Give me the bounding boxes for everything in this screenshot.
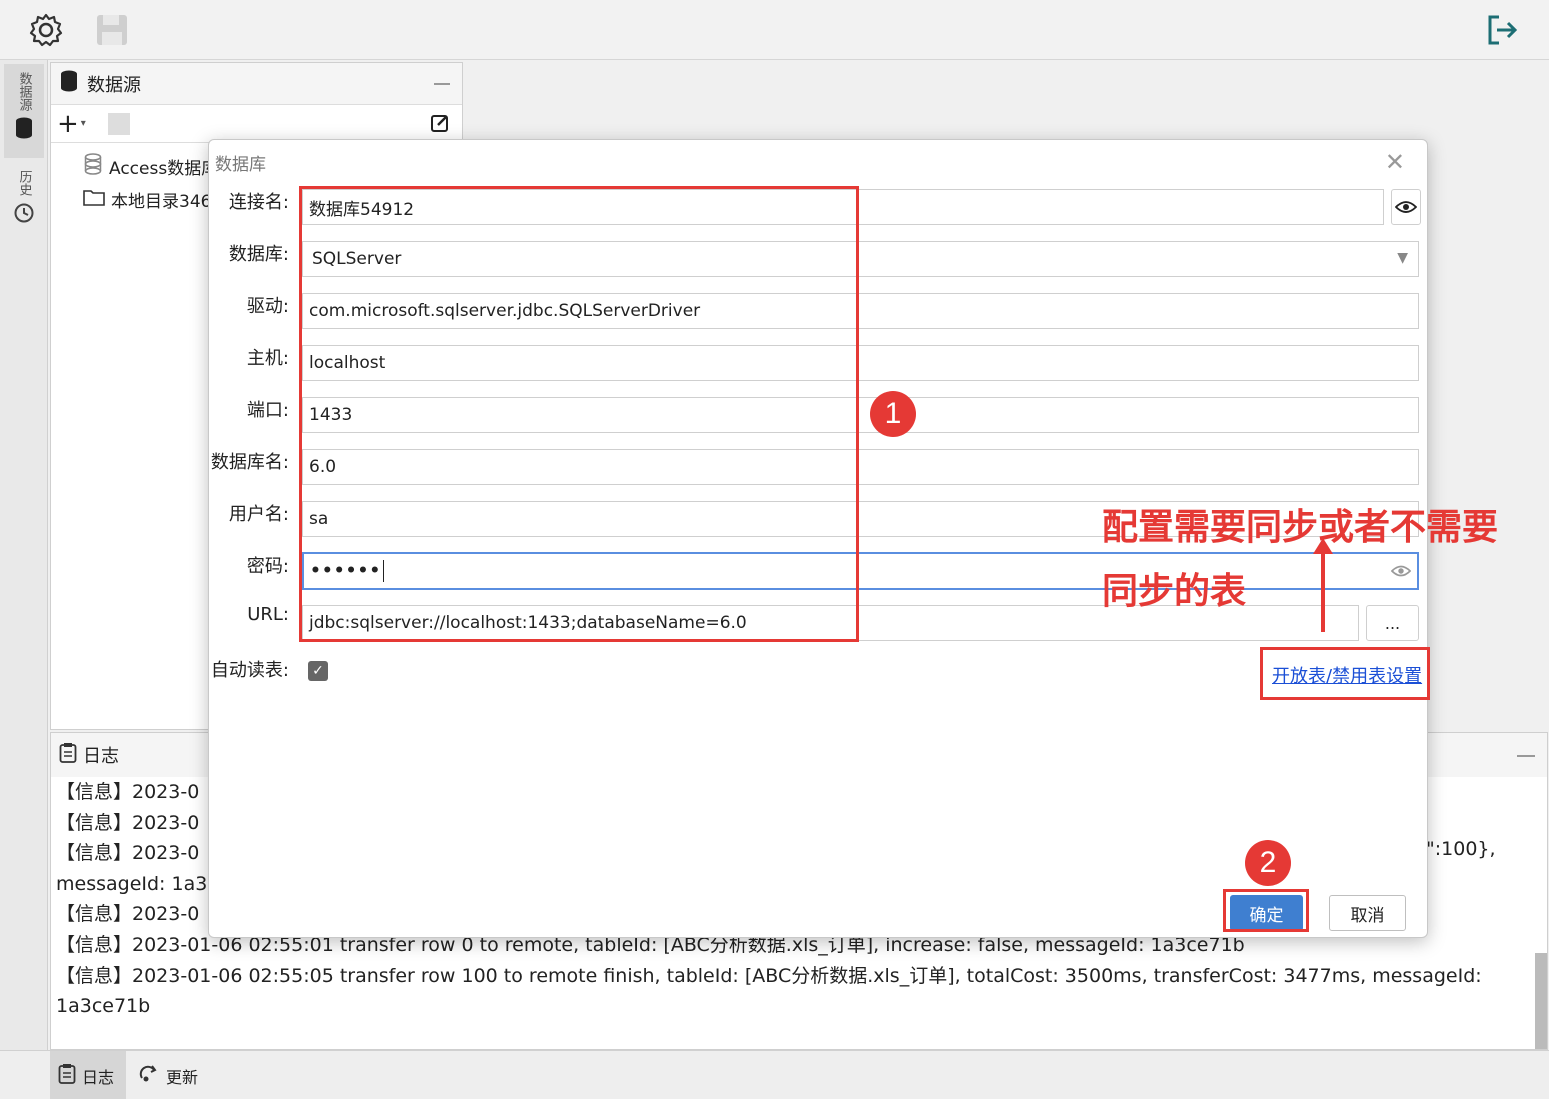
- panel-title: 数据源: [87, 74, 141, 96]
- log-scrollbar[interactable]: [1535, 953, 1547, 1049]
- label-auto-read: 自动读表:: [210, 660, 289, 681]
- history-icon: [13, 202, 35, 228]
- label-username: 用户名:: [228, 504, 289, 525]
- tree-item-label: Access数据库: [109, 159, 219, 179]
- save-icon[interactable]: [92, 10, 132, 50]
- dialog-title: 数据库: [215, 155, 266, 175]
- edit-icon[interactable]: [430, 113, 450, 137]
- datasource-panel-header: 数据源: [51, 63, 462, 105]
- clipboard-icon: [58, 1063, 76, 1089]
- side-tab-label: 数据源: [16, 72, 32, 111]
- side-tab-bar: 数据源 历史: [0, 60, 48, 1050]
- folder-icon: [83, 188, 105, 211]
- bottom-tab-label: 日志: [82, 1067, 115, 1087]
- database-icon: [83, 153, 103, 180]
- side-tab-datasource[interactable]: 数据源: [4, 64, 44, 158]
- annotation-box-link: [1260, 647, 1430, 700]
- bottom-tab-log[interactable]: 日志: [50, 1051, 126, 1099]
- side-tab-history[interactable]: 历史: [4, 164, 44, 244]
- label-port: 端口:: [246, 400, 289, 421]
- database-icon: [15, 117, 33, 143]
- annotation-arrow-line: [1321, 550, 1325, 632]
- log-line: 1a3ce71b: [56, 995, 151, 1018]
- tree-item-access[interactable]: Access数据库: [83, 153, 218, 180]
- annotation-note-line1: 配置需要同步或者不需要: [1102, 507, 1499, 548]
- datasource-toolbar: + ▾: [51, 105, 462, 143]
- gear-icon[interactable]: [26, 10, 66, 50]
- panel-title: 日志: [83, 746, 119, 767]
- table-icon[interactable]: [107, 112, 130, 135]
- label-driver: 驱动:: [246, 296, 289, 317]
- chevron-down-icon[interactable]: ▾: [81, 118, 86, 129]
- annotation-box-ok: [1223, 889, 1309, 932]
- bottom-tab-bar: 日志 更新: [0, 1050, 1549, 1099]
- label-password: 密码:: [246, 556, 289, 577]
- label-db-name: 数据库名:: [210, 452, 289, 473]
- label-conn-name: 连接名:: [228, 192, 289, 213]
- annotation-box-fields: [299, 186, 859, 642]
- clipboard-icon: [59, 742, 77, 769]
- top-toolbar: [0, 0, 1549, 60]
- url-more-button[interactable]: ...: [1366, 605, 1419, 641]
- label-database: 数据库:: [228, 244, 289, 265]
- add-icon[interactable]: +: [57, 109, 79, 139]
- eye-icon[interactable]: [1391, 189, 1421, 225]
- close-icon[interactable]: ✕: [1385, 148, 1405, 176]
- database-icon: [59, 70, 79, 97]
- bottom-tab-update[interactable]: 更新: [130, 1051, 206, 1099]
- label-url: URL:: [247, 604, 289, 625]
- annotation-note-line2: 同步的表: [1102, 571, 1247, 612]
- minimize-icon[interactable]: [434, 83, 450, 85]
- annotation-badge-1: 1: [870, 391, 916, 437]
- log-line-partial: ":100},: [1426, 838, 1496, 860]
- bottom-tab-label: 更新: [166, 1067, 199, 1087]
- logout-icon[interactable]: [1482, 10, 1522, 50]
- side-tab-label: 历史: [16, 170, 32, 196]
- annotation-arrow-head: [1313, 538, 1333, 554]
- eye-icon[interactable]: [1390, 563, 1412, 584]
- chevron-down-icon: ▼: [1397, 250, 1408, 266]
- annotation-badge-2: 2: [1245, 840, 1291, 886]
- minimize-icon[interactable]: [1517, 755, 1535, 757]
- cancel-button[interactable]: 取消: [1329, 895, 1406, 931]
- update-icon: [138, 1064, 160, 1088]
- label-host: 主机:: [246, 348, 289, 369]
- log-line: 【信息】2023-01-06 02:55:05 transfer row 100…: [56, 964, 1482, 987]
- auto-read-checkbox[interactable]: ✓: [308, 661, 328, 681]
- tree-item-local-dir[interactable]: 本地目录346: [83, 187, 211, 212]
- tree-item-label: 本地目录346: [111, 192, 212, 212]
